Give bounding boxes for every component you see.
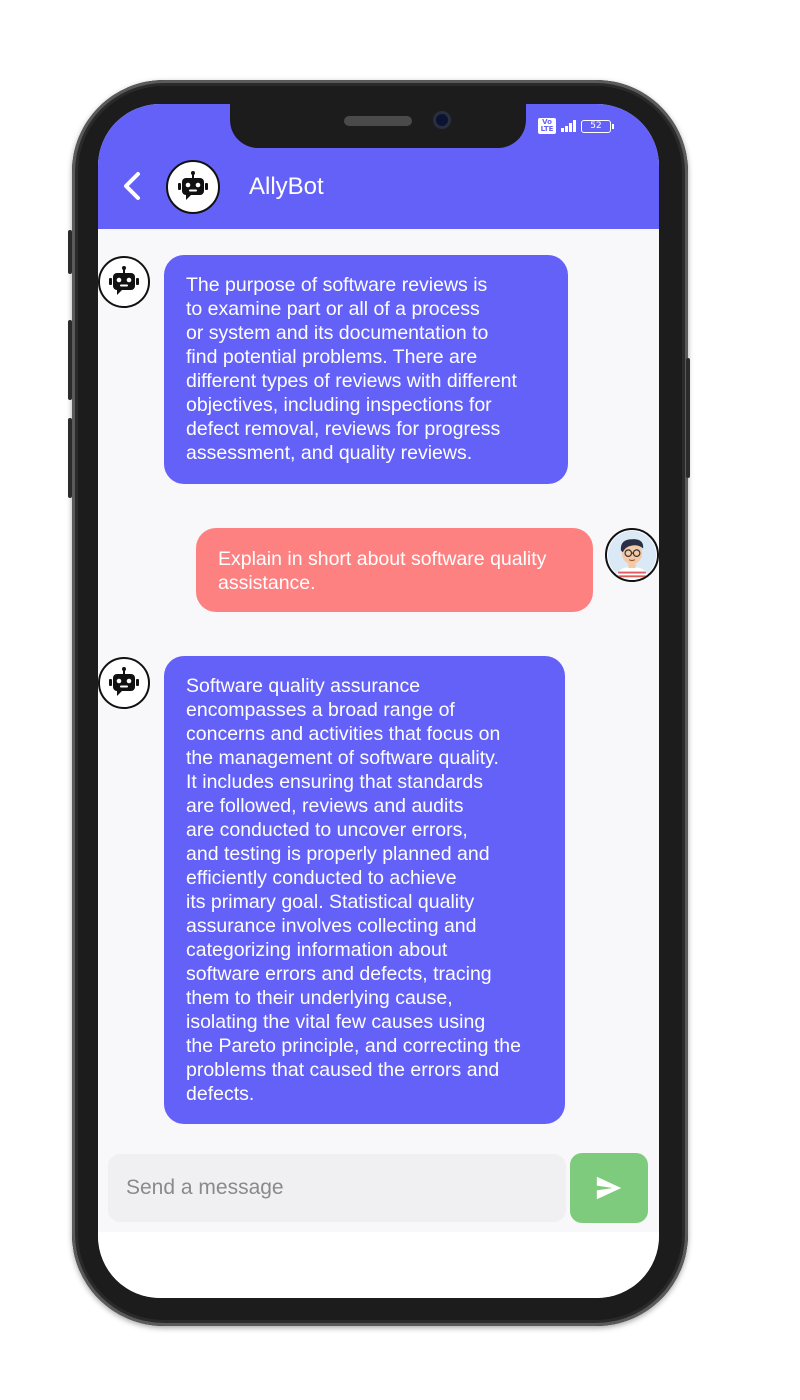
side-button bbox=[68, 230, 72, 274]
message-text-line: isolating the vital few causes using bbox=[186, 1011, 486, 1033]
bot-message-bubble: The purpose of software reviews is to ex… bbox=[164, 255, 568, 484]
message-text-line: categorizing information about bbox=[186, 939, 448, 961]
app-screen: Vo LTE 52 AllyBot The purpose of softwar… bbox=[98, 104, 659, 1298]
side-button bbox=[686, 358, 690, 478]
message-text-line: are conducted to uncover errors, bbox=[186, 819, 468, 841]
message-text-line: Explain in short about software quality bbox=[218, 548, 547, 570]
robot-icon bbox=[109, 667, 139, 696]
message-text-line: assurance involves collecting and bbox=[186, 915, 477, 937]
message-text-line: find potential problems. There are bbox=[186, 346, 478, 368]
message-text-line: its primary goal. Statistical quality bbox=[186, 891, 475, 913]
message-text-line: to examine part or all of a process bbox=[186, 298, 480, 320]
bot-message-bubble: Software quality assurance encompasses a… bbox=[164, 656, 565, 1124]
robot-icon bbox=[178, 171, 208, 200]
system-nav-bar bbox=[98, 1232, 659, 1298]
message-text-line: the Pareto principle, and correcting the bbox=[186, 1035, 521, 1057]
message-text-line: assistance. bbox=[218, 572, 316, 594]
front-camera bbox=[433, 111, 451, 129]
bot-avatar bbox=[98, 256, 150, 308]
signal-icon bbox=[561, 120, 576, 132]
user-avatar-icon bbox=[605, 528, 659, 582]
battery-icon: 52 bbox=[581, 119, 614, 133]
message-text-line: or system and its documentation to bbox=[186, 322, 489, 344]
message-text-line: encompasses a broad range of bbox=[186, 699, 455, 721]
message-text-line: Software quality assurance bbox=[186, 675, 421, 697]
message-text-line: concerns and activities that focus on bbox=[186, 723, 501, 745]
bot-avatar bbox=[98, 657, 150, 709]
message-text-line: It includes ensuring that standards bbox=[186, 771, 484, 793]
message-text-line: objectives, including inspections for bbox=[186, 394, 492, 416]
side-button bbox=[68, 320, 72, 400]
message-text-line: defect removal, reviews for progress bbox=[186, 418, 501, 440]
chevron-left-icon bbox=[124, 172, 140, 200]
volte-indicator: Vo LTE bbox=[538, 118, 556, 134]
battery-level: 52 bbox=[590, 120, 602, 131]
message-text-line: The purpose of software reviews is bbox=[186, 274, 488, 296]
back-button[interactable] bbox=[120, 168, 146, 204]
user-message-bubble: Explain in short about software quality … bbox=[196, 528, 593, 612]
message-text-line: defects. bbox=[186, 1083, 255, 1105]
message-text-line: and testing is properly planned and bbox=[186, 843, 490, 865]
message-text-line: assessment, and quality reviews. bbox=[186, 442, 473, 464]
header-bot-avatar[interactable] bbox=[166, 160, 220, 214]
message-input[interactable] bbox=[108, 1154, 566, 1222]
message-text-line: are followed, reviews and audits bbox=[186, 795, 464, 817]
robot-icon bbox=[109, 266, 139, 295]
send-button[interactable] bbox=[570, 1153, 648, 1223]
message-text-line: software errors and defects, tracing bbox=[186, 963, 492, 985]
notch bbox=[230, 104, 526, 148]
chat-title: AllyBot bbox=[249, 173, 324, 200]
message-text-line: the management of software quality. bbox=[186, 747, 499, 769]
speaker-grille bbox=[344, 116, 412, 126]
side-button bbox=[68, 418, 72, 498]
message-text-line: problems that caused the errors and bbox=[186, 1059, 500, 1081]
message-text-line: efficiently conducted to achieve bbox=[186, 867, 457, 889]
message-text-line: them to their underlying cause, bbox=[186, 987, 453, 1009]
status-bar: Vo LTE 52 bbox=[538, 118, 614, 134]
message-text-line: different types of reviews with differen… bbox=[186, 370, 517, 392]
send-icon bbox=[596, 1176, 622, 1200]
